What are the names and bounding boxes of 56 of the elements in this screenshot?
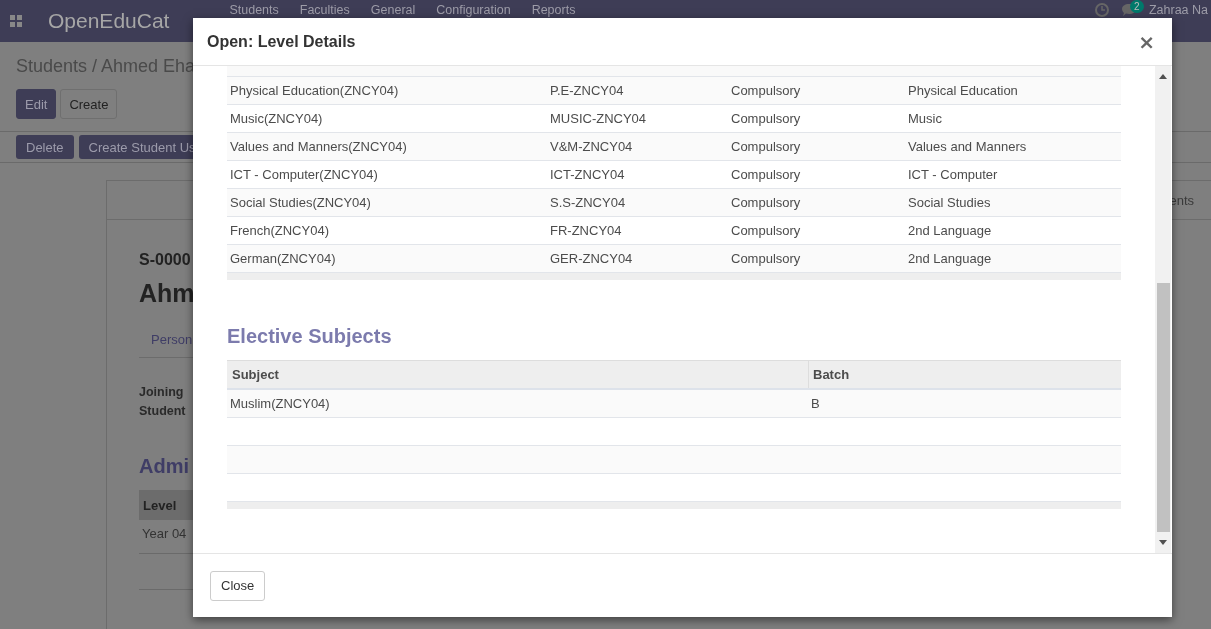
table-cell-text: Music(ZNCY04) [229, 111, 324, 126]
table-cell-text: Values and Manners [907, 139, 1028, 154]
table-cell-text: French(ZNCY04) [229, 223, 330, 238]
create-button[interactable]: Create [60, 89, 118, 119]
table-cell-text: P.E-ZNCY04 [549, 83, 625, 98]
table-cell-text: 2nd Language [907, 251, 993, 266]
table-cell-text: Muslim(ZNCY04) [229, 396, 331, 411]
table-cell-text: V&M-ZNCY04 [549, 139, 634, 154]
menu-item[interactable]: General [370, 3, 416, 17]
dialog-title: Open: Level Details [207, 32, 356, 51]
edit-button[interactable]: Edit [16, 89, 57, 119]
table-cell-text: MUSIC-ZNCY04 [549, 111, 648, 126]
close-button[interactable]: Close [210, 570, 266, 601]
menu-item[interactable]: Reports [531, 3, 576, 17]
record-code: S-0000 [139, 251, 191, 269]
field-label: Student [139, 404, 186, 418]
clock-icon[interactable] [1094, 3, 1109, 17]
table-cell-text: German(ZNCY04) [229, 251, 337, 266]
apps-menu-icon[interactable] [10, 15, 22, 27]
delete-button[interactable]: Delete [16, 135, 74, 159]
scrollbar-thumb[interactable] [1156, 283, 1170, 532]
section-title: Elective Subjects [227, 325, 393, 348]
field-label: Joining [139, 385, 184, 399]
table-cell-text: Social Studies(ZNCY04) [229, 195, 372, 210]
scroll-up-icon[interactable] [1159, 74, 1167, 79]
table-cell-text: S.S-ZNCY04 [549, 195, 627, 210]
menu-item[interactable]: Students [229, 3, 279, 17]
user-name[interactable]: Zahraa Na [1148, 3, 1208, 17]
record-name: Ahm [139, 279, 195, 308]
table-cell-text: Music [907, 111, 943, 126]
scroll-down-icon[interactable] [1159, 540, 1167, 545]
table-cell-text: Compulsory [730, 139, 802, 154]
table-cell-text: ICT - Computer [907, 167, 999, 182]
notebook-tab[interactable]: Person [151, 332, 193, 357]
table-cell-text: Physical Education(ZNCY04) [229, 83, 400, 98]
column-header: Batch [808, 361, 1121, 388]
table-cell-text: FR-ZNCY04 [549, 223, 623, 238]
brand-logo[interactable]: OpenEduCat [48, 9, 170, 33]
table-cell-text: Compulsory [730, 83, 802, 98]
table-cell-text: Physical Education [907, 83, 1019, 98]
table-cell-text: Values and Manners(ZNCY04) [229, 139, 408, 154]
table-cell-text: Compulsory [730, 195, 802, 210]
table-cell-text: Compulsory [730, 111, 802, 126]
table-cell-text: ICT - Computer(ZNCY04) [229, 167, 379, 182]
table-cell-text: Compulsory [730, 251, 802, 266]
section-title: Admi [139, 455, 189, 478]
table-cell-text: Social Studies [907, 195, 992, 210]
table-cell-text: ICT-ZNCY04 [549, 167, 626, 182]
column-header: Subject [231, 367, 280, 382]
menu-item[interactable]: Configuration [436, 3, 511, 17]
table-cell-text: 2nd Language [907, 223, 993, 238]
table-cell-text: Compulsory [730, 167, 802, 182]
table-cell-text: Compulsory [730, 223, 802, 238]
table-cell-text: B [810, 396, 821, 411]
menu-item[interactable]: Faculties [299, 3, 350, 17]
table-cell-text: GER-ZNCY04 [549, 251, 634, 266]
